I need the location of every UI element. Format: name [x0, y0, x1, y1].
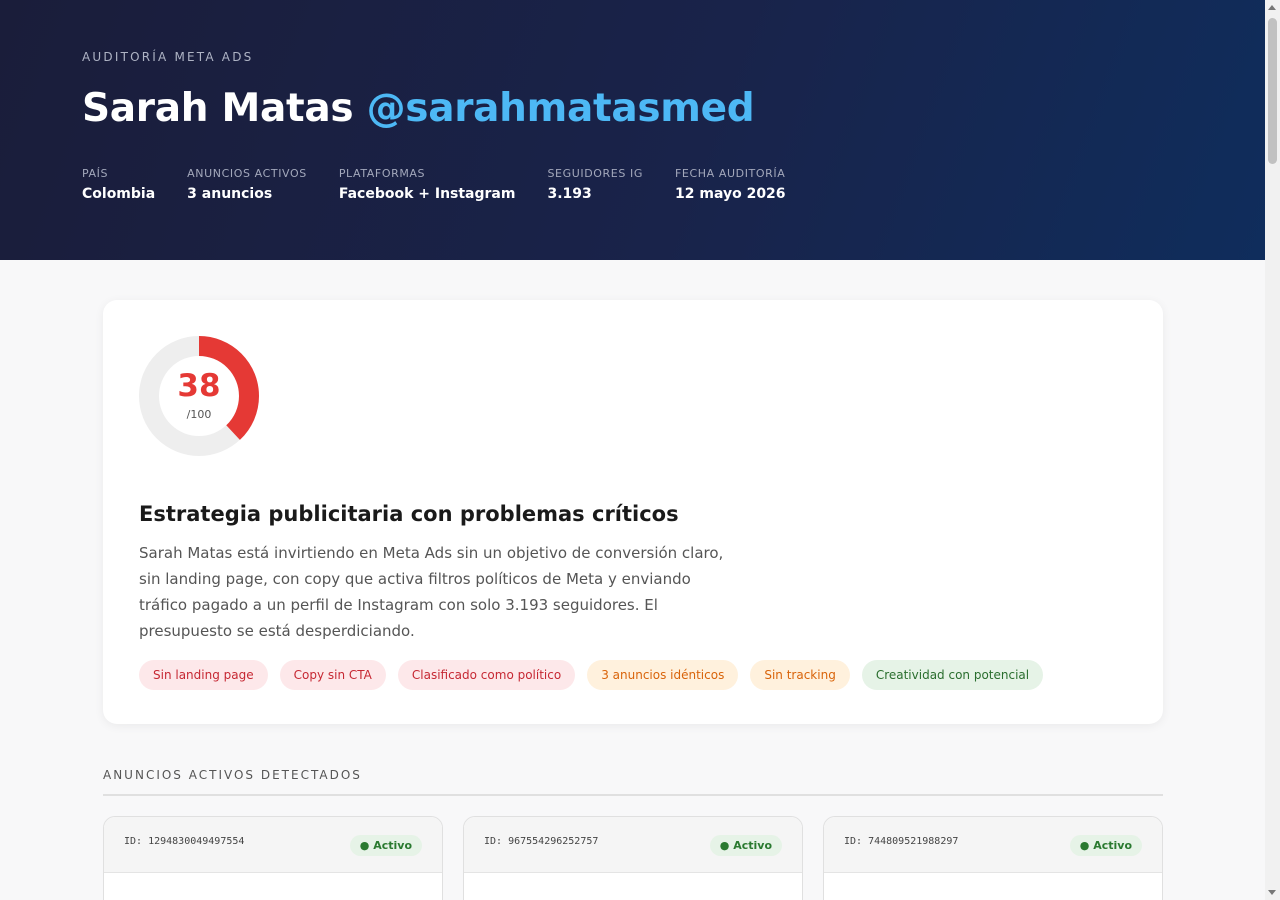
ads-grid: ID: 1294830049497554 ● Activo ID: 967554… [103, 816, 1163, 900]
page: AUDITORÍA META ADS Sarah Matas @sarahmat… [0, 0, 1265, 900]
meta-followers: SEGUIDORES IG 3.193 [547, 167, 643, 202]
instagram-handle: @sarahmatasmed [366, 86, 755, 131]
ad-id: ID: 744809521988297 [844, 836, 959, 847]
page-title: Sarah Matas @sarahmatasmed [82, 86, 1183, 131]
meta-label: PLATAFORMAS [338, 166, 426, 180]
issue-tag: Sin landing page [139, 660, 268, 690]
ad-card-header: ID: 967554296252757 ● Activo [464, 817, 802, 873]
ad-card[interactable]: ID: 967554296252757 ● Activo [463, 816, 803, 900]
score-card: 38 /100 Estrategia publicitaria con prob… [103, 300, 1163, 724]
eyebrow: AUDITORÍA META ADS [82, 50, 254, 64]
meta-label: SEGUIDORES IG [547, 166, 643, 180]
meta-value: Facebook + Instagram [338, 185, 516, 202]
status-badge: ● Activo [709, 835, 782, 856]
vertical-scrollbar[interactable] [1265, 0, 1280, 900]
scroll-down-icon[interactable] [1268, 890, 1276, 895]
ad-card-header: ID: 1294830049497554 ● Activo [104, 817, 442, 873]
score-max: /100 [186, 408, 212, 421]
issue-tag: Copy sin CTA [279, 660, 386, 690]
section-title: ANUNCIOS ACTIVOS DETECTADOS [103, 768, 1163, 796]
meta-row: PAÍS Colombia ANUNCIOS ACTIVOS 3 anuncio… [82, 167, 1183, 202]
meta-audit-date: FECHA AUDITORÍA 12 mayo 2026 [675, 167, 786, 202]
ad-id: ID: 967554296252757 [484, 836, 599, 847]
meta-active-ads: ANUNCIOS ACTIVOS 3 anuncios [187, 167, 307, 202]
meta-value: Colombia [82, 185, 156, 202]
ad-card[interactable]: ID: 744809521988297 ● Activo [823, 816, 1163, 900]
meta-value: 3.193 [547, 185, 592, 202]
meta-country: PAÍS Colombia [82, 167, 155, 202]
scroll-thumb[interactable] [1268, 18, 1277, 164]
meta-label: PAÍS [82, 166, 109, 180]
scroll-up-icon[interactable] [1268, 5, 1276, 10]
meta-value: 12 mayo 2026 [675, 185, 786, 202]
status-badge: ● Activo [349, 835, 422, 856]
ad-card-header: ID: 744809521988297 ● Activo [824, 817, 1162, 873]
issue-tag: Clasificado como político [397, 660, 576, 690]
ad-card[interactable]: ID: 1294830049497554 ● Activo [103, 816, 443, 900]
client-name: Sarah Matas [82, 86, 354, 131]
meta-label: FECHA AUDITORÍA [675, 166, 786, 180]
issue-tag: Sin tracking [750, 660, 850, 690]
issue-tag: Creatividad con potencial [861, 660, 1044, 690]
status-badge: ● Activo [1069, 835, 1142, 856]
tag-list: Sin landing page Copy sin CTA Clasificad… [139, 660, 1127, 690]
summary-description: Sarah Matas está invirtiendo en Meta Ads… [139, 544, 724, 640]
meta-label: ANUNCIOS ACTIVOS [187, 166, 307, 180]
score-gauge: 38 /100 [139, 336, 259, 456]
issue-tag: 3 anuncios idénticos [587, 660, 739, 690]
score-value: 38 [177, 368, 221, 404]
hero-header: AUDITORÍA META ADS Sarah Matas @sarahmat… [0, 0, 1265, 260]
meta-platforms: PLATAFORMAS Facebook + Instagram [339, 167, 516, 202]
summary-title: Estrategia publicitaria con problemas cr… [139, 502, 679, 526]
meta-value: 3 anuncios [187, 185, 273, 202]
ad-id: ID: 1294830049497554 [124, 836, 245, 847]
